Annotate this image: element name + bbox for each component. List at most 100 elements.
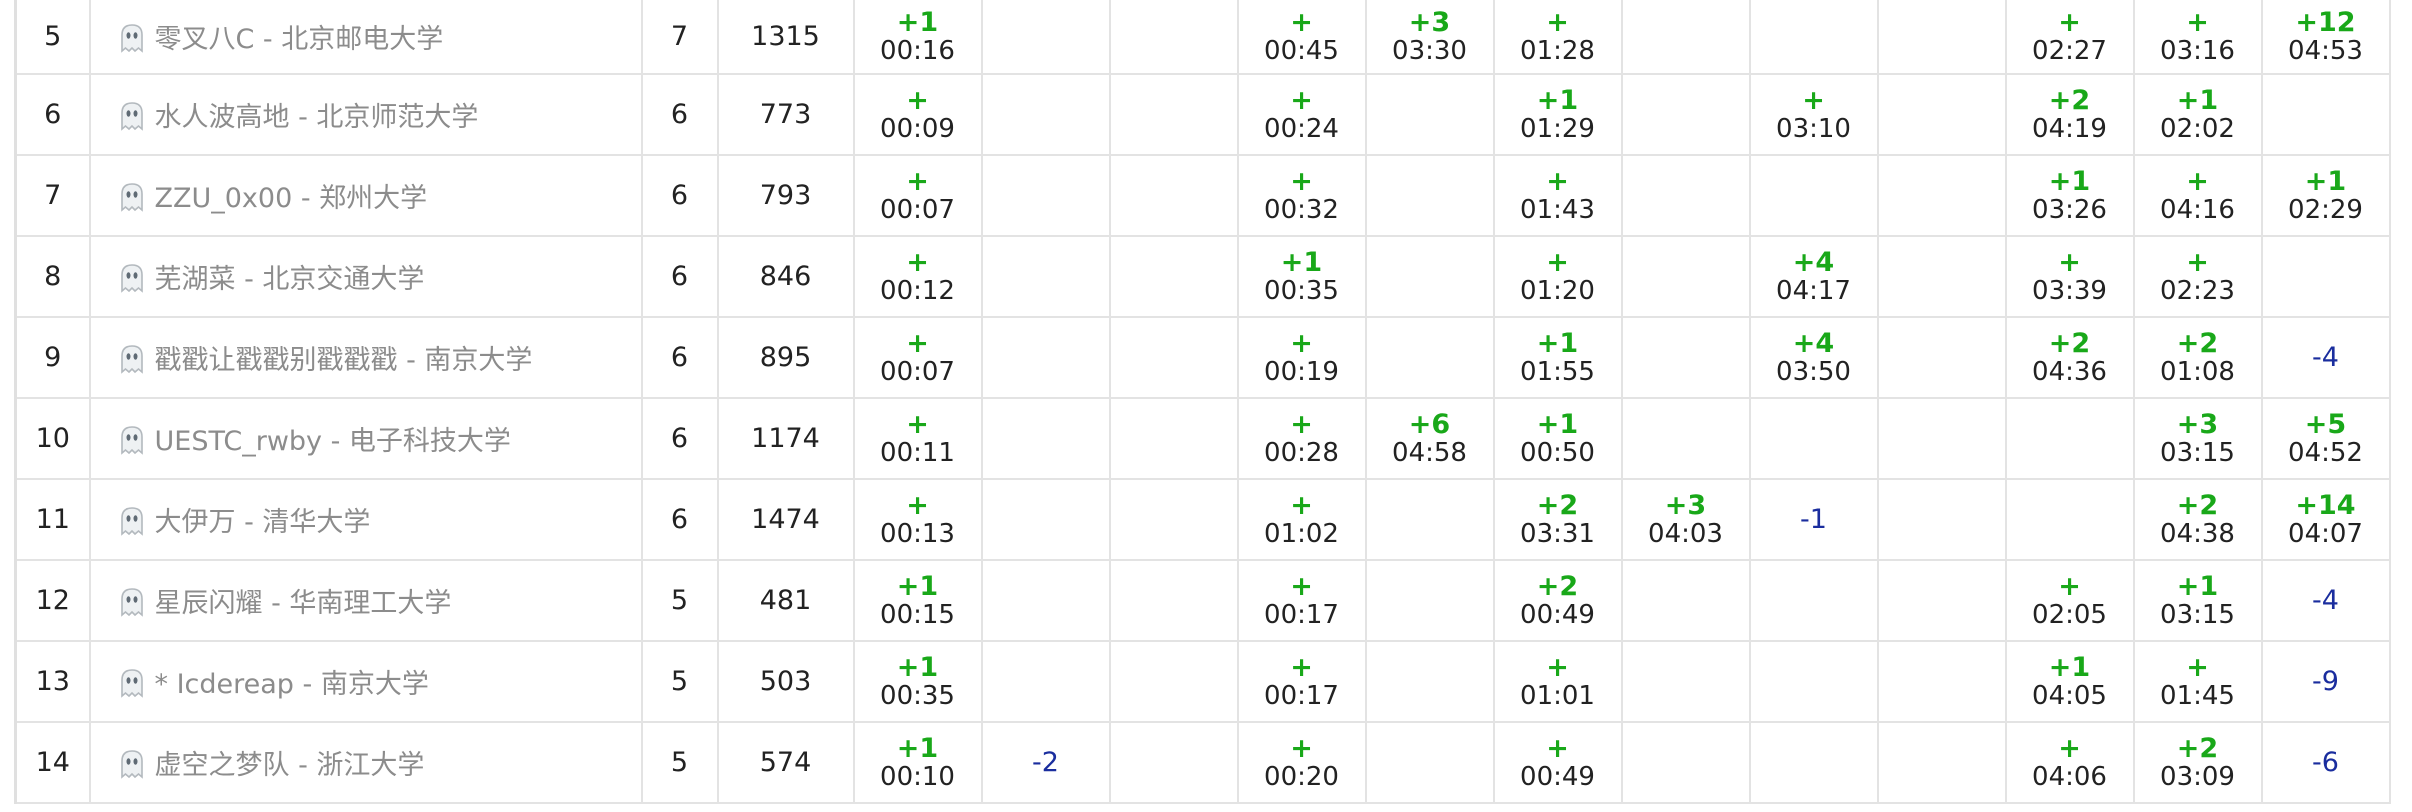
- accepted-time: 00:45: [1264, 35, 1339, 66]
- accepted-time: 03:15: [2160, 437, 2235, 468]
- accepted-time: 00:49: [1520, 599, 1595, 630]
- accepted-tries: +: [1290, 408, 1313, 440]
- accepted-tries: +2: [2176, 732, 2219, 764]
- problem-cell: +00:12: [852, 235, 983, 318]
- team-cell[interactable]: 戳戳让戳戳别戳戳戳 - 南京大学: [88, 316, 643, 399]
- problem-cell: +2 03:09: [2132, 721, 2263, 804]
- problem-cell: +04:16: [2132, 154, 2263, 237]
- team-name[interactable]: 星辰闪耀 - 华南理工大学: [155, 588, 452, 619]
- rank-cell: 13: [14, 640, 91, 723]
- team-cell[interactable]: ZZU_0x00 - 郑州大学: [88, 154, 643, 237]
- accepted-tries: +: [1546, 6, 1569, 38]
- accepted-time: 00:07: [880, 194, 955, 225]
- problem-cell: [980, 640, 1111, 723]
- accepted-time: 01:01: [1520, 680, 1595, 711]
- team-cell[interactable]: 水人波高地 - 北京师范大学: [88, 73, 643, 156]
- team-cell[interactable]: UESTC_rwby - 电子科技大学: [88, 397, 643, 480]
- penalty-cell: 793: [716, 154, 855, 237]
- accepted-tries: +3: [2176, 408, 2219, 440]
- team-name[interactable]: ZZU_0x00 - 郑州大学: [155, 183, 428, 214]
- problem-cell: [1876, 640, 2007, 723]
- team-name[interactable]: 芜湖菜 - 北京交通大学: [155, 264, 425, 295]
- team-name[interactable]: * Icdereap - 南京大学: [155, 669, 429, 700]
- solved-cell: 5: [640, 559, 719, 642]
- ghost-avatar-icon: [120, 264, 143, 293]
- accepted-time: 00:32: [1264, 194, 1339, 225]
- team-name[interactable]: 戳戳让戳戳别戳戳戳 - 南京大学: [155, 345, 533, 376]
- solved-count: 6: [670, 342, 689, 373]
- accepted-tries: +2: [2176, 489, 2219, 521]
- problem-cell: [980, 478, 1111, 561]
- problem-cell: [1620, 316, 1751, 399]
- team-name[interactable]: 大伊万 - 清华大学: [155, 507, 371, 538]
- ghost-avatar-icon: [120, 345, 143, 374]
- accepted-time: 00:15: [880, 599, 955, 630]
- accepted-tries: +: [1546, 165, 1569, 197]
- table-row: 8 芜湖菜 - 北京交通大学 6 846 +00:12 +1 00:35 +01:20…: [14, 235, 2391, 318]
- problem-cell: [1364, 73, 1495, 156]
- table-row: 9 戳戳让戳戳别戳戳戳 - 南京大学 6 895 +00:07 +00:19 +1 0…: [14, 316, 2391, 399]
- solved-cell: 5: [640, 721, 719, 804]
- problem-cell: +2 00:49: [1492, 559, 1623, 642]
- penalty-cell: 574: [716, 721, 855, 804]
- accepted-tries: +2: [1536, 570, 1579, 602]
- problem-cell: +3 04:03: [1620, 478, 1751, 561]
- problem-cell: +02:27: [2004, 0, 2135, 75]
- rank-cell: 11: [14, 478, 91, 561]
- team-name[interactable]: 虚空之梦队 - 浙江大学: [155, 750, 425, 781]
- solved-count: 6: [670, 423, 689, 454]
- accepted-time: 03:26: [2032, 194, 2107, 225]
- solved-count: 5: [670, 666, 689, 697]
- team-cell[interactable]: 星辰闪耀 - 华南理工大学: [88, 559, 643, 642]
- accepted-tries: +: [906, 165, 929, 197]
- problem-cell: +00:28: [1236, 397, 1367, 480]
- accepted-tries: +1: [896, 732, 939, 764]
- penalty-cell: 773: [716, 73, 855, 156]
- accepted-tries: +: [1290, 6, 1313, 38]
- problem-cell: [1364, 316, 1495, 399]
- accepted-tries: +2: [2048, 327, 2091, 359]
- accepted-time: 00:35: [880, 680, 955, 711]
- problem-cell: [980, 235, 1111, 318]
- problem-cell: +01:20: [1492, 235, 1623, 318]
- team-cell[interactable]: * Icdereap - 南京大学: [88, 640, 643, 723]
- accepted-time: 04:03: [1648, 518, 1723, 549]
- accepted-time: 00:49: [1520, 761, 1595, 792]
- accepted-time: 01:02: [1264, 518, 1339, 549]
- accepted-tries: +: [1290, 165, 1313, 197]
- problem-cell: +2 04:38: [2132, 478, 2263, 561]
- team-cell[interactable]: 大伊万 - 清华大学: [88, 478, 643, 561]
- team-name[interactable]: 水人波高地 - 北京师范大学: [155, 102, 479, 133]
- ghost-avatar-icon: [120, 102, 143, 131]
- team-cell[interactable]: 零叉八C - 北京邮电大学: [88, 0, 643, 75]
- problem-cell: +1 00:10: [852, 721, 983, 804]
- accepted-tries: +: [2186, 651, 2209, 683]
- accepted-tries: +2: [2048, 84, 2091, 116]
- rejected-tries: -6: [2312, 747, 2339, 778]
- table-row: 13 * Icdereap - 南京大学 5 503 +1 00:35 +00:17…: [14, 640, 2391, 723]
- problem-cell: [1108, 640, 1239, 723]
- problem-cell: -6: [2260, 721, 2391, 804]
- problem-cell: +1 00:15: [852, 559, 983, 642]
- problem-cell: +1 01:55: [1492, 316, 1623, 399]
- penalty-value: 1174: [751, 423, 820, 454]
- accepted-tries: +4: [1792, 327, 1835, 359]
- accepted-time: 02:02: [2160, 113, 2235, 144]
- accepted-time: 00:09: [880, 113, 955, 144]
- accepted-time: 00:19: [1264, 356, 1339, 387]
- accepted-time: 03:50: [1776, 356, 1851, 387]
- team-name[interactable]: UESTC_rwby - 电子科技大学: [155, 426, 511, 457]
- problem-cell: +03:16: [2132, 0, 2263, 75]
- penalty-cell: 481: [716, 559, 855, 642]
- team-cell[interactable]: 虚空之梦队 - 浙江大学: [88, 721, 643, 804]
- team-cell[interactable]: 芜湖菜 - 北京交通大学: [88, 235, 643, 318]
- team-name[interactable]: 零叉八C - 北京邮电大学: [155, 24, 444, 55]
- accepted-time: 04:53: [2288, 35, 2363, 66]
- problem-cell: [1876, 154, 2007, 237]
- rank-cell: 10: [14, 397, 91, 480]
- rank-value: 6: [44, 99, 62, 130]
- problem-cell: +1 04:05: [2004, 640, 2135, 723]
- solved-cell: 6: [640, 154, 719, 237]
- penalty-value: 574: [759, 747, 812, 778]
- problem-cell: [1620, 640, 1751, 723]
